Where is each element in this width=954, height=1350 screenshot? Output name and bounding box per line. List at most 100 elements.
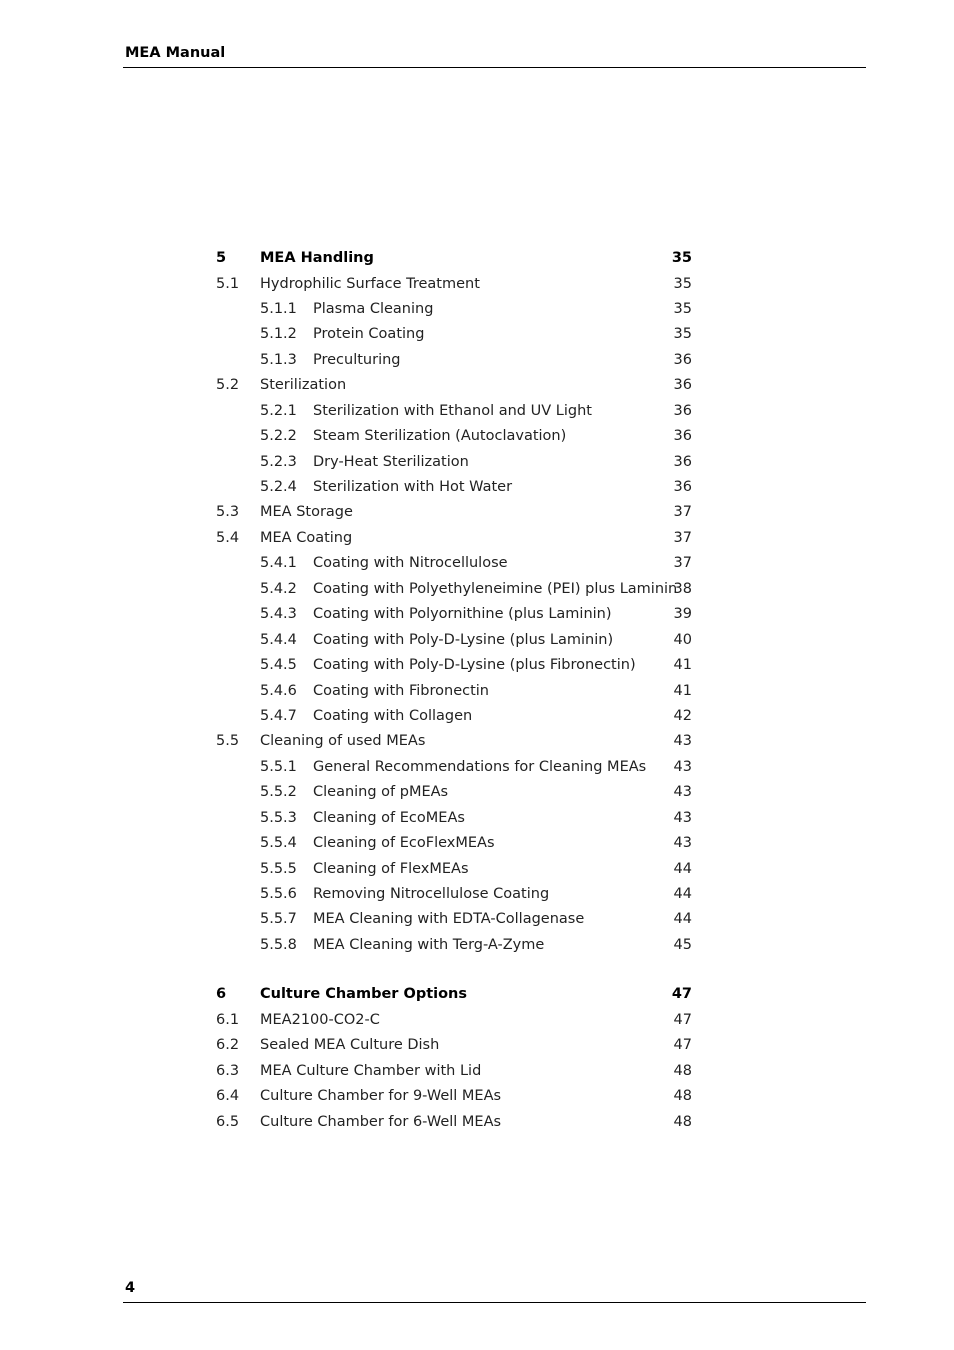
toc-subsection-entry[interactable]: 5.4.1 Coating with Nitrocellulose 37 bbox=[216, 551, 694, 576]
toc-chapter-entry[interactable]: 5 MEA Handling 35 bbox=[216, 245, 694, 272]
toc-entry-number: 5.4.4 bbox=[260, 631, 297, 648]
toc-subsection-entry[interactable]: 5.2.1 Sterilization with Ethanol and UV L… bbox=[216, 399, 694, 424]
toc-entry-page: 41 bbox=[673, 682, 692, 699]
toc-subsection-entry[interactable]: 5.4.5 Coating with Poly-D-Lysine (plus Fi… bbox=[216, 653, 694, 678]
toc-entry-number: 6.1 bbox=[216, 1011, 240, 1028]
toc-entry-title: Cleaning of EcoMEAs bbox=[313, 809, 465, 826]
running-header-title: MEA Manual bbox=[125, 45, 226, 61]
toc-subsection-entry[interactable]: 5.4.4 Coating with Poly-D-Lysine (plus La… bbox=[216, 628, 694, 653]
toc-entry-title: Coating with Poly-D-Lysine (plus Fibrone… bbox=[313, 657, 636, 674]
toc-entry-title: Cleaning of pMEAs bbox=[313, 784, 449, 801]
toc-entry-page: 43 bbox=[673, 784, 692, 801]
toc-subsection-entry[interactable]: 5.2.3 Dry-Heat Sterilization 36 bbox=[216, 450, 694, 475]
toc-entry-number: 5.5.4 bbox=[260, 835, 297, 852]
toc-entry-number: 6 bbox=[216, 986, 227, 1003]
toc-subsection-entry[interactable]: 5.2.2 Steam Sterilization (Autoclavation)… bbox=[216, 424, 694, 449]
toc-entry-title: MEA Culture Chamber with Lid bbox=[260, 1062, 482, 1079]
toc-entry-title: Plasma Cleaning bbox=[313, 300, 434, 317]
toc-section-entry[interactable]: 5.5 Cleaning of used MEAs 43 bbox=[216, 729, 694, 754]
toc-entry-page: 35 bbox=[673, 326, 692, 343]
toc-subsection-entry[interactable]: 5.5.7 MEA Cleaning with EDTA-Collagenase 4… bbox=[216, 907, 694, 932]
toc-chapter-entry[interactable]: 6 Culture Chamber Options 47 bbox=[216, 981, 694, 1008]
toc-entry-number: 5.5.3 bbox=[260, 809, 297, 826]
toc-entry-page: 48 bbox=[673, 1113, 692, 1130]
toc-subsection-entry[interactable]: 5.5.4 Cleaning of EcoFlexMEAs 43 bbox=[216, 831, 694, 856]
toc-subsection-entry[interactable]: 5.5.5 Cleaning of FlexMEAs 44 bbox=[216, 857, 694, 882]
toc-entry-number: 5 bbox=[216, 250, 227, 266]
toc-entry-number: 5.4.3 bbox=[260, 606, 297, 623]
toc-subsection-entry[interactable]: 5.2.4 Sterilization with Hot Water 36 bbox=[216, 475, 694, 500]
toc-subsection-entry[interactable]: 5.4.7 Coating with Collagen 42 bbox=[216, 704, 694, 729]
header-divider bbox=[123, 67, 866, 68]
toc-entry-number: 5.2 bbox=[216, 377, 240, 394]
toc-entry-number: 5.1.1 bbox=[260, 300, 297, 317]
toc-subsection-entry[interactable]: 5.1.3 Preculturing 36 bbox=[216, 348, 694, 373]
toc-entry-page: 36 bbox=[673, 428, 692, 445]
toc-entry-number: 5.4.2 bbox=[260, 580, 297, 597]
toc-section-entry[interactable]: 6.3 MEA Culture Chamber with Lid 48 bbox=[216, 1059, 694, 1084]
toc-section-entry[interactable]: 5.4 MEA Coating 37 bbox=[216, 526, 694, 551]
toc-entry-number: 6.2 bbox=[216, 1037, 240, 1054]
toc-entry-page: 44 bbox=[673, 911, 692, 928]
toc-subsection-entry[interactable]: 5.5.3 Cleaning of EcoMEAs 43 bbox=[216, 806, 694, 831]
toc-entry-title: Sealed MEA Culture Dish bbox=[260, 1037, 440, 1054]
toc-entry-page: 42 bbox=[673, 707, 692, 724]
toc-entry-number: 6.5 bbox=[216, 1113, 240, 1130]
toc-entry-number: 5.1.2 bbox=[260, 326, 297, 343]
toc-entry-title: Cleaning of FlexMEAs bbox=[313, 860, 469, 877]
toc-entry-number: 5.4.1 bbox=[260, 555, 297, 572]
toc-entry-title: Dry-Heat Sterilization bbox=[313, 453, 469, 470]
toc-subsection-entry[interactable]: 5.5.2 Cleaning of pMEAs 43 bbox=[216, 780, 694, 805]
toc-entry-page: 41 bbox=[673, 657, 692, 674]
toc-entry-title: Steam Sterilization (Autoclavation) bbox=[313, 428, 567, 445]
toc-entry-title: General Recommendations for Cleaning MEA… bbox=[313, 758, 647, 775]
toc-entry-number: 5.5.8 bbox=[260, 936, 297, 953]
toc-entry-title: Sterilization with Hot Water bbox=[313, 479, 513, 495]
toc-entry-title: MEA Coating bbox=[260, 529, 353, 546]
toc-subsection-entry[interactable]: 5.1.1 Plasma Cleaning 35 bbox=[216, 297, 694, 322]
toc-entry-title: Culture Chamber for 6-Well MEAs bbox=[260, 1113, 502, 1130]
toc-subsection-entry[interactable]: 5.5.1 General Recommendations for Cleanin… bbox=[216, 755, 694, 780]
toc-entry-title: MEA Handling bbox=[260, 250, 374, 266]
toc-entry-number: 5.5.6 bbox=[260, 886, 297, 902]
toc-entry-page: 44 bbox=[673, 886, 692, 902]
toc-subsection-entry[interactable]: 5.5.6 Removing Nitrocellulose Coating 44 bbox=[216, 882, 694, 907]
toc-subsection-entry[interactable]: 5.4.6 Coating with Fibronectin 41 bbox=[216, 679, 694, 704]
toc-entry-page: 35 bbox=[673, 300, 692, 317]
toc-entry-page: 48 bbox=[673, 1062, 692, 1079]
toc-entry-page: 36 bbox=[673, 377, 692, 394]
toc-entry-title: Removing Nitrocellulose Coating bbox=[313, 886, 550, 902]
toc-section-entry[interactable]: 5.2 Sterilization 36 bbox=[216, 373, 694, 398]
toc-entry-page: 47 bbox=[673, 1037, 692, 1054]
toc-entry-page: 48 bbox=[673, 1088, 692, 1105]
toc-subsection-entry[interactable]: 5.4.2 Coating with Polyethyleneimine (PEI… bbox=[216, 577, 694, 602]
toc-entry-number: 5.2.4 bbox=[260, 479, 297, 495]
toc-entry-title: Coating with Polyornithine (plus Laminin… bbox=[313, 606, 612, 623]
toc-section-entry[interactable]: 5.1 Hydrophilic Surface Treatment 35 bbox=[216, 272, 694, 297]
toc-section-entry[interactable]: 5.3 MEA Storage 37 bbox=[216, 500, 694, 525]
toc-entry-page: 43 bbox=[673, 809, 692, 826]
toc-subsection-entry[interactable]: 5.4.3 Coating with Polyornithine (plus La… bbox=[216, 602, 694, 627]
toc-entry-title: Coating with Nitrocellulose bbox=[313, 555, 508, 572]
toc-entry-number: 5.4 bbox=[216, 529, 240, 546]
toc-entry-number: 5.1.3 bbox=[260, 351, 297, 368]
toc-section-entry[interactable]: 6.2 Sealed MEA Culture Dish 47 bbox=[216, 1033, 694, 1058]
toc-entry-page: 37 bbox=[673, 504, 692, 521]
toc-entry-title: Sterilization with Ethanol and UV Light bbox=[313, 402, 592, 419]
toc-entry-number: 5.2.1 bbox=[260, 402, 297, 419]
toc-entry-number: 5.5 bbox=[216, 733, 240, 750]
toc-entry-title: Coating with Poly-D-Lysine (plus Laminin… bbox=[313, 631, 614, 648]
toc-entry-title: Preculturing bbox=[313, 351, 401, 368]
toc-entry-page: 44 bbox=[673, 860, 692, 877]
toc-entry-title: Hydrophilic Surface Treatment bbox=[260, 275, 480, 292]
toc-section-entry[interactable]: 6.1 MEA2100-CO2-C 47 bbox=[216, 1008, 694, 1033]
toc-entry-page: 47 bbox=[673, 1011, 692, 1028]
toc-entry-title: Culture Chamber Options bbox=[260, 986, 468, 1003]
toc-section-entry[interactable]: 6.5 Culture Chamber for 6-Well MEAs 48 bbox=[216, 1110, 694, 1135]
toc-subsection-entry[interactable]: 5.5.8 MEA Cleaning with Terg-A-Zyme 45 bbox=[216, 933, 694, 958]
toc-subsection-entry[interactable]: 5.1.2 Protein Coating 35 bbox=[216, 322, 694, 347]
toc-entry-page: 36 bbox=[673, 453, 692, 470]
toc-section-entry[interactable]: 6.4 Culture Chamber for 9-Well MEAs 48 bbox=[216, 1084, 694, 1109]
toc-entry-title: Sterilization bbox=[260, 377, 347, 394]
toc-entry-page: 43 bbox=[673, 733, 692, 750]
